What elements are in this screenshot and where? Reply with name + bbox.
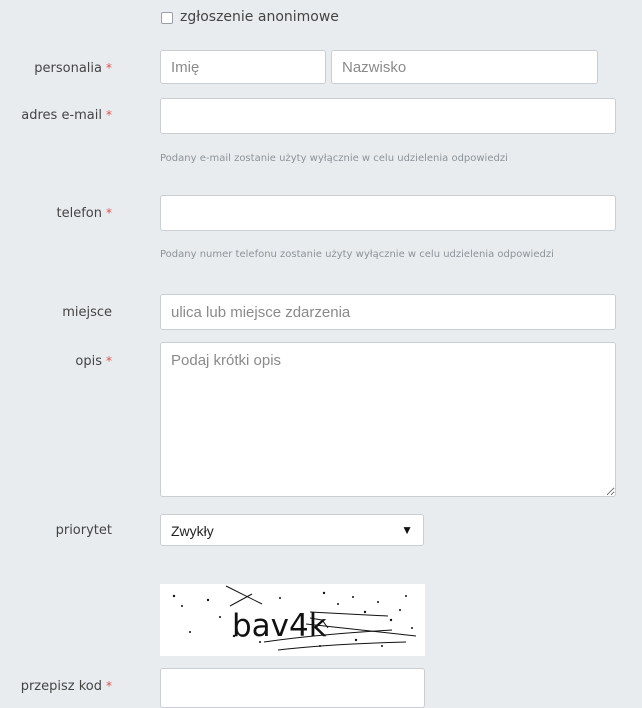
- description-label-text: opis: [75, 354, 102, 369]
- priority-select[interactable]: Zwykły ▼: [160, 514, 424, 546]
- description-label: opis *: [75, 354, 112, 369]
- required-mark: *: [106, 354, 112, 368]
- required-mark: *: [106, 61, 112, 75]
- priority-selected-value: Zwykły: [171, 523, 214, 539]
- phone-hint: Podany numer telefonu zostanie użyty wył…: [160, 249, 554, 260]
- personalia-label-text: personalia: [34, 61, 102, 76]
- chevron-down-icon: ▼: [401, 523, 413, 537]
- personalia-label: personalia *: [34, 61, 112, 76]
- captcha-image: bav4k: [160, 584, 425, 656]
- code-input[interactable]: [160, 668, 425, 708]
- place-label: miejsce: [62, 305, 112, 320]
- required-mark: *: [106, 108, 112, 122]
- captcha-text: bav4k: [232, 608, 327, 644]
- required-mark: *: [106, 679, 112, 693]
- email-label: adres e-mail *: [21, 108, 112, 123]
- email-label-text: adres e-mail: [21, 108, 102, 123]
- email-input[interactable]: [160, 98, 616, 134]
- phone-label: telefon *: [57, 206, 112, 221]
- anonymous-checkbox[interactable]: [161, 12, 173, 24]
- email-hint: Podany e-mail zostanie użyty wyłącznie w…: [160, 153, 508, 164]
- first-name-input[interactable]: [160, 50, 326, 84]
- code-label: przepisz kod *: [21, 679, 112, 694]
- code-label-text: przepisz kod: [20, 679, 102, 694]
- anonymous-label[interactable]: zgłoszenie anonimowe: [180, 9, 339, 25]
- place-input[interactable]: [160, 294, 616, 330]
- captcha-graphic: bav4k: [172, 585, 417, 651]
- required-mark: *: [106, 206, 112, 220]
- phone-input[interactable]: [160, 195, 616, 231]
- description-textarea[interactable]: [160, 342, 616, 497]
- last-name-input[interactable]: [331, 50, 598, 84]
- priority-label: priorytet: [55, 523, 112, 538]
- phone-label-text: telefon: [56, 206, 102, 221]
